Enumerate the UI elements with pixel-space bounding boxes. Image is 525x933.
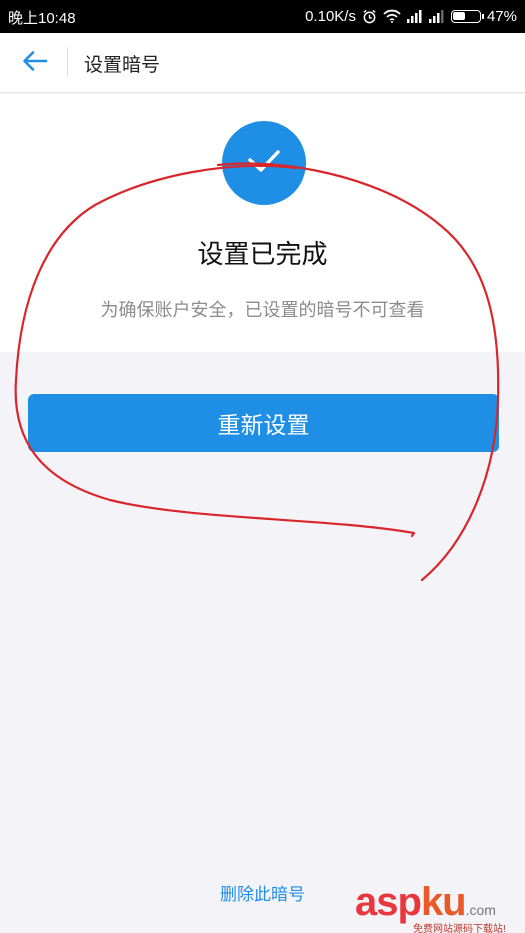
- completion-description: 为确保账户安全，已设置的暗号不可查看: [100, 300, 425, 321]
- wifi-icon: [383, 9, 401, 23]
- net-speed: 0.10K/s: [305, 7, 356, 25]
- back-arrow-icon: [22, 50, 48, 76]
- watermark-logo: aspku.com 免费网站源码下载站!: [355, 880, 506, 933]
- page-title: 设置暗号: [84, 54, 161, 76]
- watermark-tagline: 免费网站源码下载站!: [413, 924, 506, 933]
- signal-icon: [406, 9, 423, 23]
- completion-title: 设置已完成: [197, 240, 328, 270]
- status-time: 晚上10:48: [8, 10, 76, 27]
- signal-icon: [428, 9, 445, 23]
- battery-percent: 47%: [486, 7, 517, 25]
- battery-fill: [452, 11, 465, 20]
- status-bar: 晚上10:48 0.10K/s 47%: [0, 0, 525, 33]
- nav-divider: [67, 47, 68, 77]
- back-button[interactable]: [18, 47, 52, 79]
- reset-button[interactable]: 重新设置: [28, 394, 499, 452]
- checkmark-icon: [247, 149, 281, 177]
- completion-card: 设置已完成 为确保账户安全，已设置的暗号不可查看: [0, 94, 525, 352]
- nav-header: 设置暗号: [0, 33, 525, 93]
- alarm-icon: [362, 9, 377, 24]
- success-badge: [222, 121, 306, 205]
- battery-icon: [450, 9, 484, 23]
- status-icons: 0.10K/s 47%: [305, 6, 517, 26]
